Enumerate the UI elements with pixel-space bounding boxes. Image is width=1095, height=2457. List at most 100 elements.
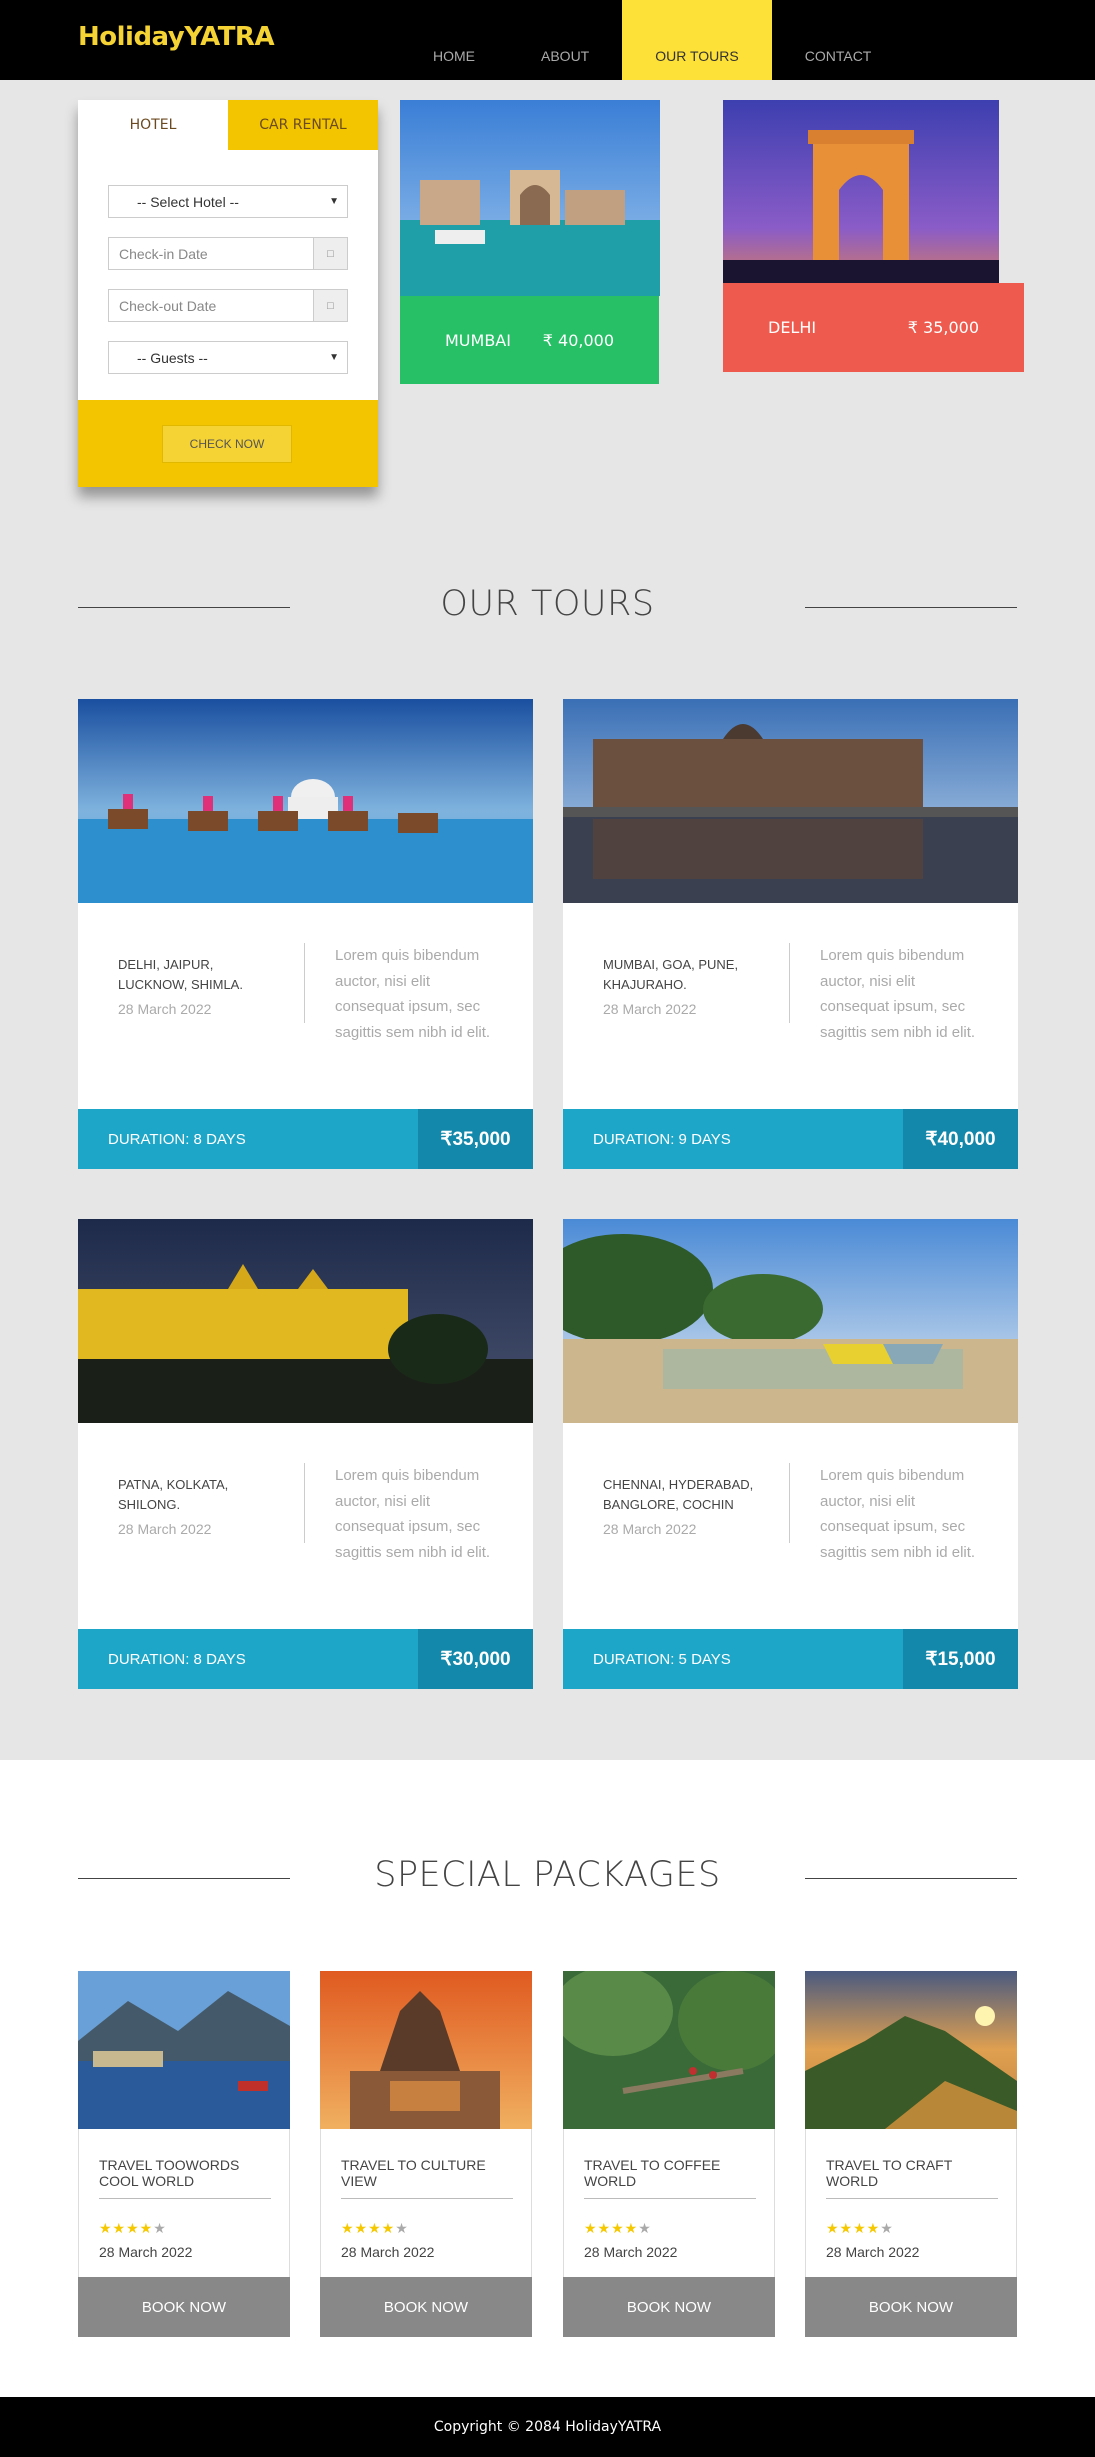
tour-duration: DURATION: 8 DAYS — [108, 1130, 246, 1148]
package-date: 28 March 2022 — [826, 2244, 920, 2260]
star-icon: ★★★★ — [584, 2220, 639, 2236]
tour-price: ₹30,000 — [418, 1629, 533, 1689]
package-photo — [563, 1971, 775, 2129]
tour-date: 28 March 2022 — [118, 1001, 212, 1017]
star-icon: ★ — [153, 2220, 167, 2236]
destination-card-mumbai[interactable]: MUMBAI ₹ 40,000 — [400, 100, 702, 384]
chevron-down-icon: ▼ — [329, 196, 339, 207]
title-divider-right — [805, 1878, 1017, 1879]
package-card[interactable]: TRAVEL TO CRAFT WORLD ★★★★★ 28 March 202… — [805, 1971, 1017, 2337]
tour-footer-bar: DURATION: 8 DAYS ₹35,000 — [78, 1109, 533, 1169]
tour-footer-bar: DURATION: 5 DAYS ₹15,000 — [563, 1629, 1018, 1689]
book-now-button[interactable]: BOOK NOW — [563, 2277, 775, 2337]
tour-footer-bar: DURATION: 9 DAYS ₹40,000 — [563, 1109, 1018, 1169]
nav-contact[interactable]: CONTACT — [772, 0, 905, 80]
tour-description: Lorem quis bibendum auctor, nisi elit co… — [820, 1467, 976, 1561]
tour-cities: CHENNAI, HYDERABAD, BANGLORE, COCHIN — [603, 1477, 754, 1512]
tour-card[interactable]: PATNA, KOLKATA, SHILONG. 28 March 2022 L… — [78, 1219, 533, 1689]
site-logo[interactable]: HolidayYATRA — [78, 22, 275, 52]
tour-divider — [789, 1463, 790, 1543]
tour-duration: DURATION: 9 DAYS — [593, 1130, 731, 1148]
mumbai-info-bar: MUMBAI ₹ 40,000 — [400, 296, 659, 384]
destination-card-delhi[interactable]: DELHI ₹ 35,000 — [723, 100, 1025, 372]
package-photo — [78, 1971, 290, 2129]
guests-select[interactable]: -- Guests -- ▼ — [108, 341, 348, 374]
main-nav: HOME ABOUT OUR TOURS CONTACT — [400, 0, 904, 80]
rating-stars: ★★★★★ — [826, 2220, 894, 2237]
package-date: 28 March 2022 — [99, 2244, 193, 2260]
package-title: TRAVEL TO CRAFT WORLD — [826, 2157, 953, 2189]
checkin-date-field[interactable]: Check-in Date □ — [108, 237, 348, 270]
book-now-button[interactable]: BOOK NOW — [78, 2277, 290, 2337]
site-footer: Copyright © 2084 HolidayYATRA — [0, 2397, 1095, 2457]
destination-city: MUMBAI — [445, 330, 511, 350]
delhi-photo — [723, 100, 999, 283]
tour-price: ₹35,000 — [418, 1109, 533, 1169]
checkout-date-field[interactable]: Check-out Date □ — [108, 289, 348, 322]
tour-photo — [563, 1219, 1018, 1423]
tour-card[interactable]: MUMBAI, GOA, PUNE, KHAJURAHO. 28 March 2… — [563, 699, 1018, 1169]
package-divider — [584, 2198, 756, 2199]
copyright-text: Copyright © 2084 HolidayYATRA — [433, 2419, 662, 2435]
chevron-down-icon: ▼ — [329, 352, 339, 363]
tour-divider — [304, 943, 305, 1023]
star-icon: ★ — [395, 2220, 409, 2236]
package-divider — [341, 2198, 513, 2199]
tour-duration: DURATION: 8 DAYS — [108, 1650, 246, 1668]
tour-photo — [563, 699, 1018, 903]
checkin-placeholder: Check-in Date — [119, 245, 208, 262]
booking-tabs: HOTEL CAR RENTAL — [78, 100, 378, 150]
booking-widget: HOTEL CAR RENTAL -- Select Hotel -- ▼ Ch… — [78, 100, 378, 487]
package-date: 28 March 2022 — [584, 2244, 678, 2260]
package-card[interactable]: TRAVEL TO CULTURE VIEW ★★★★★ 28 March 20… — [320, 1971, 532, 2337]
nav-our-tours[interactable]: OUR TOURS — [622, 0, 772, 80]
package-card[interactable]: TRAVEL TO COFFEE WORLD ★★★★★ 28 March 20… — [563, 1971, 775, 2337]
hotel-select-value: -- Select Hotel -- — [137, 193, 239, 210]
book-now-button[interactable]: BOOK NOW — [320, 2277, 532, 2337]
nav-about[interactable]: ABOUT — [508, 0, 622, 80]
tour-description: Lorem quis bibendum auctor, nisi elit co… — [335, 1467, 491, 1561]
tab-hotel[interactable]: HOTEL — [78, 100, 228, 150]
tour-photo — [78, 1219, 533, 1423]
destination-city: DELHI — [768, 318, 817, 337]
tour-divider — [789, 943, 790, 1023]
tour-divider — [304, 1463, 305, 1543]
booking-form: -- Select Hotel -- ▼ Check-in Date □ Che… — [78, 185, 378, 374]
package-photo — [320, 1971, 532, 2129]
package-title: TRAVEL TO COFFEE WORLD — [584, 2157, 721, 2189]
rating-stars: ★★★★★ — [341, 2220, 409, 2237]
tour-card[interactable]: DELHI, JAIPUR, LUCKNOW, SHIMLA. 28 March… — [78, 699, 533, 1169]
star-icon: ★★★★ — [341, 2220, 396, 2236]
check-now-button[interactable]: CHECK NOW — [162, 425, 292, 463]
tour-cities: PATNA, KOLKATA, SHILONG. — [118, 1477, 229, 1512]
destination-price: ₹ 40,000 — [542, 330, 614, 350]
package-photo — [805, 1971, 1017, 2129]
book-now-button[interactable]: BOOK NOW — [805, 2277, 1017, 2337]
tour-price: ₹40,000 — [903, 1109, 1018, 1169]
destination-price: ₹ 35,000 — [907, 318, 979, 337]
tour-card[interactable]: CHENNAI, HYDERABAD, BANGLORE, COCHIN 28 … — [563, 1219, 1018, 1689]
calendar-icon[interactable]: □ — [313, 290, 347, 321]
tour-description: Lorem quis bibendum auctor, nisi elit co… — [335, 947, 491, 1041]
rating-stars: ★★★★★ — [584, 2220, 652, 2237]
tab-car-rental[interactable]: CAR RENTAL — [228, 100, 378, 150]
site-header: HolidayYATRA HOME ABOUT OUR TOURS CONTAC… — [0, 0, 1095, 80]
tour-date: 28 March 2022 — [603, 1521, 697, 1537]
guests-select-value: -- Guests -- — [137, 349, 208, 366]
tour-duration: DURATION: 5 DAYS — [593, 1650, 731, 1668]
tour-cities: MUMBAI, GOA, PUNE, KHAJURAHO. — [603, 957, 739, 992]
hotel-select[interactable]: -- Select Hotel -- ▼ — [108, 185, 348, 218]
tour-date: 28 March 2022 — [118, 1521, 212, 1537]
package-divider — [826, 2198, 998, 2199]
package-card[interactable]: TRAVEL TOOWORDS COOL WORLD ★★★★★ 28 Marc… — [78, 1971, 290, 2337]
package-date: 28 March 2022 — [341, 2244, 435, 2260]
star-icon: ★ — [880, 2220, 894, 2236]
package-title: TRAVEL TO CULTURE VIEW — [341, 2157, 486, 2189]
tour-price: ₹15,000 — [903, 1629, 1018, 1689]
nav-home[interactable]: HOME — [400, 0, 508, 80]
rating-stars: ★★★★★ — [99, 2220, 167, 2237]
calendar-icon[interactable]: □ — [313, 238, 347, 269]
tour-footer-bar: DURATION: 8 DAYS ₹30,000 — [78, 1629, 533, 1689]
tour-cities: DELHI, JAIPUR, LUCKNOW, SHIMLA. — [118, 957, 243, 992]
tour-photo — [78, 699, 533, 903]
